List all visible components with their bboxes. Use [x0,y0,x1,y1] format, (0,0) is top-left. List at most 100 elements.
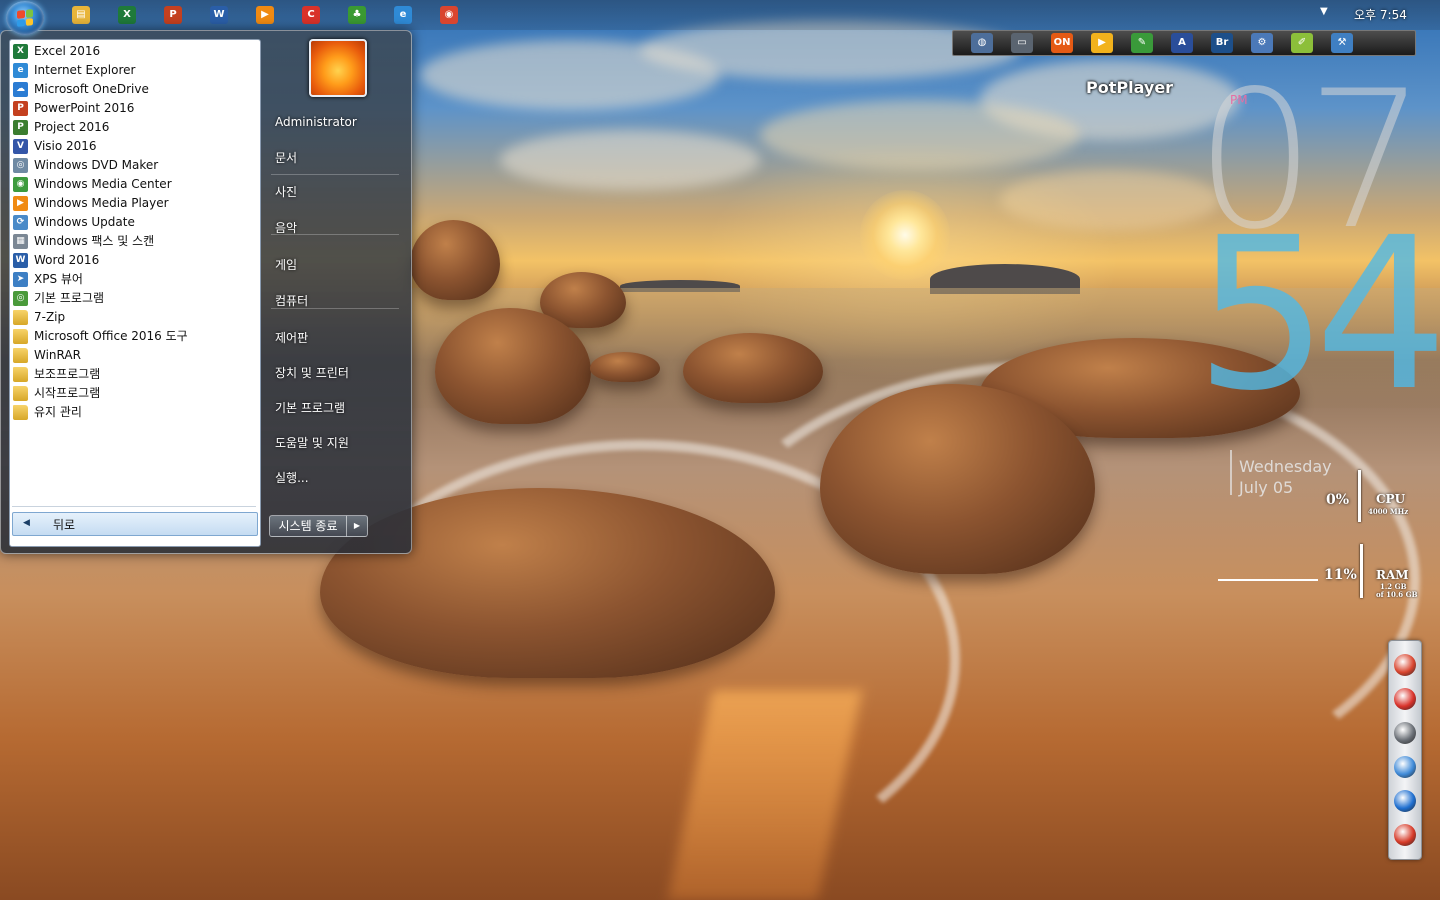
program-label: PowerPoint 2016 [34,101,135,115]
all-programs-panel: X Excel 2016 e Internet Explorer ☁ Microsoft … [9,39,261,547]
fax-scan-icon: ▦ [13,234,28,249]
cpu-label: CPU [1376,492,1406,506]
program-item[interactable]: X Excel 2016 [10,42,260,61]
tray-expand-icon[interactable]: ▼ [1320,6,1328,17]
cpu-percent: 0% [1326,492,1350,508]
program-item[interactable]: Microsoft Office 2016 도구 [10,327,260,346]
monitor-icon[interactable]: ▭ [1011,33,1033,53]
on-icon[interactable]: ON [1051,33,1073,53]
back-arrow-icon: ◀ [23,518,30,528]
program-label: Word 2016 [34,253,100,267]
program-item[interactable]: 유지 관리 [10,403,260,422]
program-label: 유지 관리 [34,405,82,419]
program-label: XPS 뷰어 [34,272,83,286]
program-label: Windows Media Player [34,196,169,210]
program-item[interactable]: ▶ Windows Media Player [10,194,260,213]
taskbar: ▤ X P W ▶ C ♣ e ◉ ▼ 오후 7:54 [0,0,1440,30]
right-item-help-support[interactable]: 도움말 및 지원 [267,429,403,457]
ccleaner-icon[interactable] [1394,688,1416,710]
right-item-control-panel[interactable]: 제어판 [267,324,403,352]
program-item[interactable]: ▦ Windows 팩스 및 스캔 [10,232,260,251]
clover-icon[interactable]: ♣ [348,6,366,24]
program-label: Windows DVD Maker [34,158,159,172]
program-item[interactable]: W Word 2016 [10,251,260,270]
dvd-maker-icon: ◎ [13,158,28,173]
divider [12,506,256,507]
power-icon[interactable] [1394,824,1416,846]
browser-icon[interactable] [1394,790,1416,812]
folder-icon [13,310,28,325]
tray-clock[interactable]: 오후 7:54 [1354,6,1407,23]
right-item-devices-printers[interactable]: 장치 및 프린터 [267,359,403,387]
program-item[interactable]: V Visio 2016 [10,137,260,156]
program-item[interactable]: P Project 2016 [10,118,260,137]
program-label: Internet Explorer [34,63,136,77]
program-item[interactable]: P PowerPoint 2016 [10,99,260,118]
folder-icon [13,367,28,382]
program-item[interactable]: ◉ Windows Media Center [10,175,260,194]
windows-update-icon: ⟳ [13,215,28,230]
program-label: Project 2016 [34,120,110,134]
program-item[interactable]: ☁ Microsoft OneDrive [10,80,260,99]
date-divider [1230,450,1232,495]
media-player-icon[interactable]: ▶ [256,6,274,24]
program-label: 시작프로그램 [34,386,101,400]
right-item-music[interactable]: 음악 [267,214,403,242]
chrome-icon[interactable] [1394,654,1416,676]
paint-icon[interactable]: ✎ [1131,33,1153,53]
ram-bar [1360,544,1363,598]
clock-date: July 05 [1239,478,1294,497]
potplayer-icon[interactable]: ▶ [1091,33,1113,53]
excel-icon[interactable]: X [118,6,136,24]
shutdown-options-arrow-icon[interactable]: ▶ [346,515,368,537]
explorer-icon[interactable]: ▤ [72,6,90,24]
program-item[interactable]: ⟳ Windows Update [10,213,260,232]
chrome-icon[interactable]: ◉ [440,6,458,24]
right-item-pictures[interactable]: 사진 [267,178,403,206]
ccleaner-icon[interactable]: C [302,6,320,24]
program-label: 보조프로그램 [34,367,101,381]
shutdown-button[interactable]: 시스템 종료 [269,515,347,537]
diamond-icon[interactable] [1394,722,1416,744]
program-label: Excel 2016 [34,44,101,58]
program-item[interactable]: ➤ XPS 뷰어 [10,270,260,289]
program-item[interactable]: ◎ Windows DVD Maker [10,156,260,175]
user-avatar[interactable] [309,39,367,97]
start-button[interactable] [6,1,44,35]
program-label: Windows Media Center [34,177,172,191]
program-label: Visio 2016 [34,139,97,153]
right-item-run[interactable]: 실행... [267,464,403,492]
word-icon[interactable]: W [210,6,228,24]
program-item[interactable]: 7-Zip [10,308,260,327]
ram-label: RAM [1376,568,1409,582]
back-button[interactable]: ◀ 뒤로 [12,512,258,536]
right-item-computer[interactable]: 컴퓨터 [267,287,403,315]
program-item[interactable]: 보조프로그램 [10,365,260,384]
right-item-administrator[interactable]: Administrator [267,108,403,136]
onedrive-icon: ☁ [13,82,28,97]
ram-total: of 10.6 GB [1376,590,1418,599]
right-item-documents[interactable]: 문서 [267,144,403,172]
divider [271,174,399,175]
right-item-default-programs[interactable]: 기본 프로그램 [267,394,403,422]
program-item[interactable]: e Internet Explorer [10,61,260,80]
program-label: Microsoft OneDrive [34,82,149,96]
back-label: 뒤로 [53,518,76,532]
right-item-games[interactable]: 게임 [267,251,403,279]
program-item[interactable]: ◎ 기본 프로그램 [10,289,260,308]
windows-logo-icon [17,9,33,27]
program-item[interactable]: WinRAR [10,346,260,365]
start-menu: X Excel 2016 e Internet Explorer ☁ Microsoft … [0,30,412,554]
clock-ampm: PM [1230,93,1248,107]
globe-icon[interactable]: ◍ [971,33,993,53]
xps-viewer-icon: ➤ [13,272,28,287]
photo-icon[interactable] [1394,756,1416,778]
powerpoint-icon[interactable]: P [164,6,182,24]
internet-explorer-icon[interactable]: e [394,6,412,24]
program-label: Windows Update [34,215,135,229]
folder-icon [13,405,28,420]
visio-icon: V [13,139,28,154]
program-item[interactable]: 시작프로그램 [10,384,260,403]
font-icon[interactable]: A [1171,33,1193,53]
cpu-frequency: 4000 MHz [1368,507,1409,516]
